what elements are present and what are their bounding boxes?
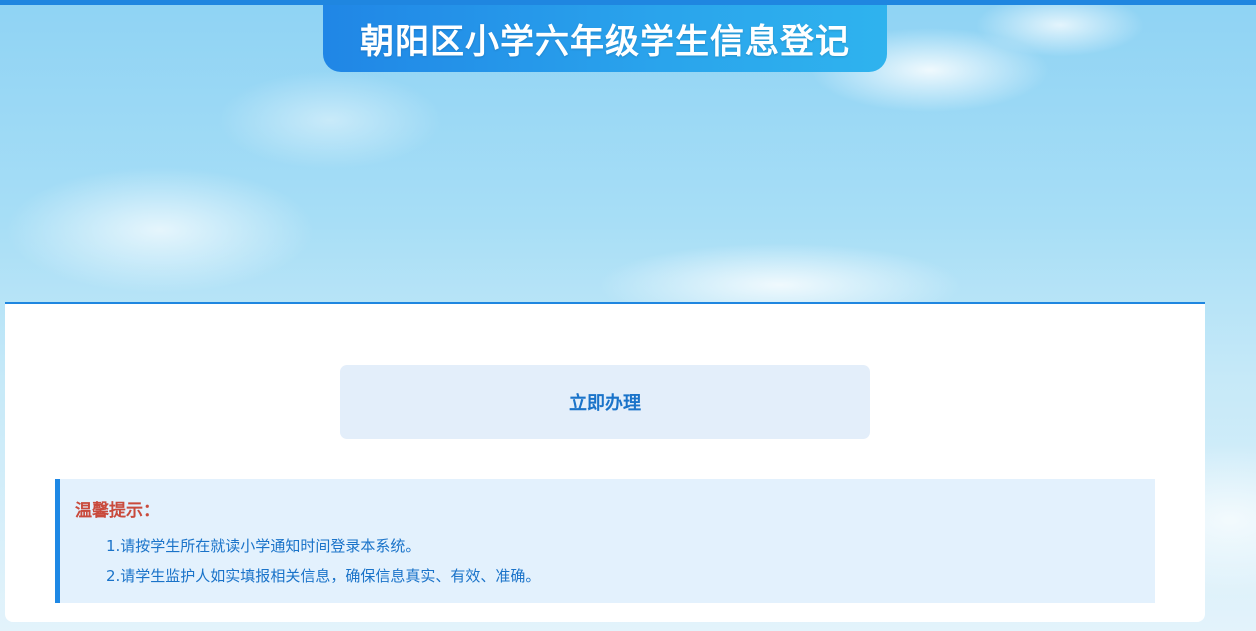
tips-box: 温馨提示： 1.请按学生所在就读小学通知时间登录本系统。 2.请学生监护人如实填…	[55, 479, 1155, 603]
title-banner: 朝阳区小学六年级学生信息登记	[323, 5, 887, 72]
tip-item: 2.请学生监护人如实填报相关信息，确保信息真实、有效、准确。	[106, 567, 541, 585]
apply-now-button[interactable]: 立即办理	[340, 365, 870, 439]
page-title: 朝阳区小学六年级学生信息登记	[360, 22, 850, 62]
main-panel: 立即办理 温馨提示： 1.请按学生所在就读小学通知时间登录本系统。 2.请学生监…	[5, 302, 1205, 622]
tip-item: 1.请按学生所在就读小学通知时间登录本系统。	[106, 537, 421, 555]
tips-title: 温馨提示：	[75, 501, 160, 521]
apply-now-label: 立即办理	[569, 393, 641, 414]
